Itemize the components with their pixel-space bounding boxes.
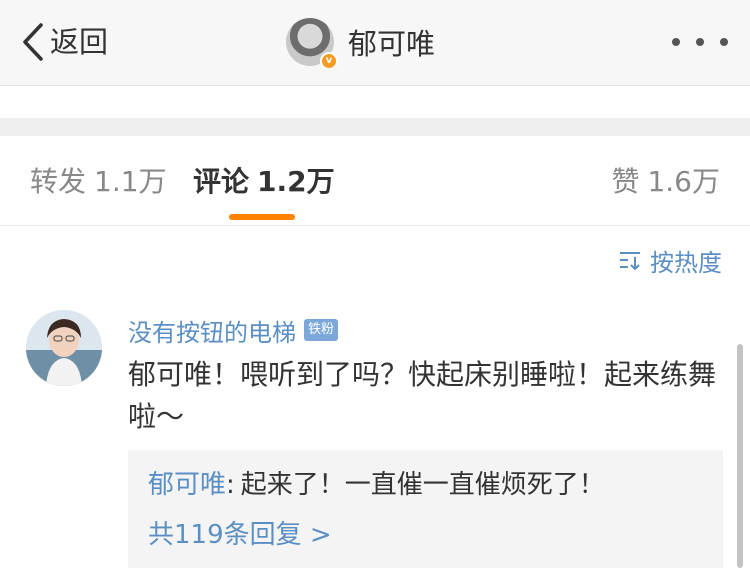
username[interactable]: 没有按钮的电梯 — [128, 313, 296, 348]
sort-label: 按热度 — [650, 248, 722, 277]
scrollbar[interactable] — [737, 344, 743, 568]
back-button[interactable]: 返回 — [22, 22, 108, 62]
tab-count: 1.1万 — [94, 165, 167, 198]
tab-label: 赞 — [611, 165, 640, 198]
back-label: 返回 — [50, 25, 109, 59]
tab-repost[interactable]: 转发 1.1万 — [30, 164, 167, 200]
tab-label: 转发 — [30, 165, 87, 198]
reply-separator: : — [226, 470, 235, 500]
fan-badge: 铁粉 — [304, 319, 339, 341]
page-title: 郁可唯 — [348, 27, 436, 61]
sort-button[interactable]: 按热度 — [618, 244, 722, 277]
tab-count: 1.6万 — [647, 165, 720, 198]
reply-line: 郁可唯: 起来了！一直催一直催烦死了！ — [148, 464, 605, 506]
avatar[interactable]: v — [286, 18, 338, 70]
profile-title[interactable]: v 郁可唯 — [286, 14, 435, 70]
reply-content: 起来了！一直催一直催烦死了！ — [240, 470, 605, 500]
stats-tabs: 转发 1.1万 评论 1.2万 赞 1.6万 — [0, 136, 750, 226]
reply-author[interactable]: 郁可唯 — [148, 470, 226, 500]
comment-text: 郁可唯！喂听到了吗？快起床别睡啦！起来练舞啦～ — [128, 358, 717, 433]
commenter-avatar[interactable] — [26, 310, 102, 386]
section-divider — [0, 118, 750, 136]
tab-like[interactable]: 赞 1.6万 — [611, 164, 720, 200]
tab-count: 1.2万 — [257, 165, 335, 198]
comment-user-row: 没有按钮的电梯 铁粉 — [128, 313, 339, 348]
active-tab-indicator — [229, 214, 295, 220]
reply-preview-box[interactable]: 郁可唯: 起来了！一直催一直催烦死了！ 共119条回复 > — [128, 450, 723, 568]
tab-label: 评论 — [193, 165, 250, 198]
top-nav-bar: 返回 v 郁可唯 — [0, 0, 750, 86]
chevron-left-icon — [23, 23, 43, 61]
sort-icon — [620, 252, 640, 271]
v-badge-icon: v — [320, 52, 338, 70]
tab-comment[interactable]: 评论 1.2万 — [193, 164, 335, 200]
more-dots-icon[interactable] — [672, 34, 728, 50]
view-replies-link[interactable]: 共119条回复 > — [148, 514, 332, 556]
